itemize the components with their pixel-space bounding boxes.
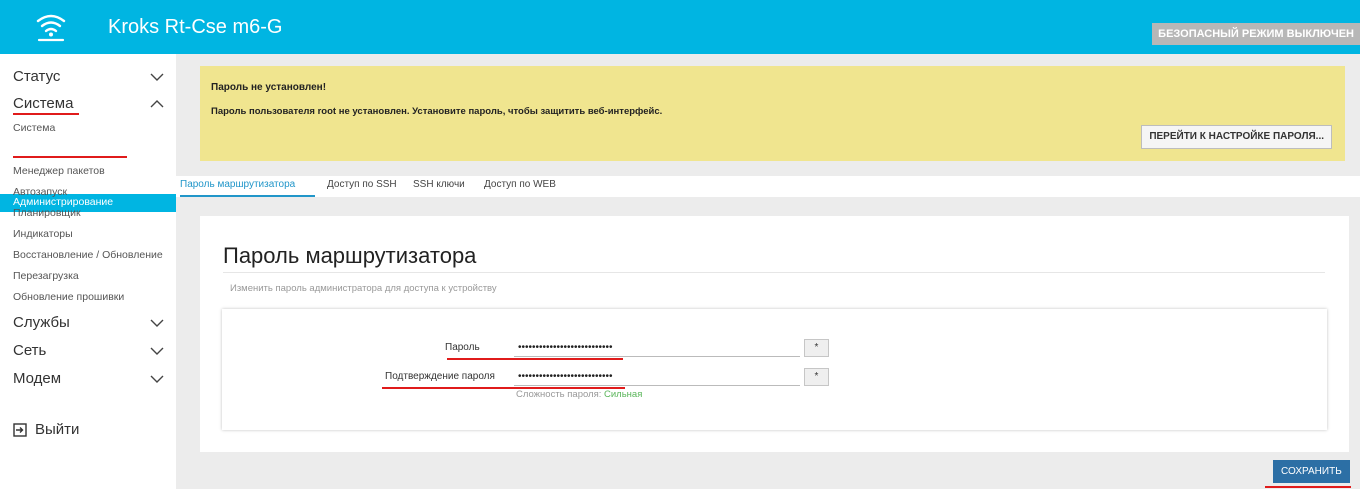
chevron-down-icon[interactable]	[150, 374, 164, 384]
title-divider	[223, 272, 1325, 273]
tab-ssh-access[interactable]: Доступ по SSH	[327, 179, 397, 190]
sidebar-sub-system[interactable]: Система	[13, 122, 55, 134]
go-to-password-button[interactable]: ПЕРЕЙТИ К НАСТРОЙКЕ ПАРОЛЯ...	[1141, 125, 1332, 149]
chevron-down-icon[interactable]	[150, 346, 164, 356]
annotation-underline-password	[447, 358, 623, 360]
tab-router-password[interactable]: Пароль маршрутизатора	[180, 179, 295, 190]
page-title: Пароль маршрутизатора	[223, 243, 477, 268]
sidebar-sub-scheduler[interactable]: Планировщик	[13, 207, 81, 219]
wifi-logo-icon	[36, 14, 66, 42]
sidebar-sub-package-manager[interactable]: Менеджер пакетов	[13, 165, 105, 177]
save-button[interactable]: СОХРАНИТЬ	[1273, 460, 1350, 483]
sidebar-item-modem[interactable]: Модем	[13, 370, 61, 387]
chevron-down-icon[interactable]	[150, 318, 164, 328]
router-password-card: Пароль маршрутизатора Изменить пароль ад…	[200, 216, 1349, 452]
top-header: Kroks Rt-Cse m6-G БЕЗОПАСНЫЙ РЕЖИМ ВЫКЛЮ…	[0, 0, 1360, 54]
password-strength: Сложность пароля: Сильная	[516, 389, 642, 400]
sidebar-sub-leds[interactable]: Индикаторы	[13, 228, 73, 240]
sidebar-item-services[interactable]: Службы	[13, 314, 70, 331]
confirm-password-label: Подтверждение пароля	[385, 371, 495, 382]
sidebar: Статус Система Система Администрирование…	[0, 54, 176, 489]
password-alert: Пароль не установлен! Пароль пользовател…	[200, 66, 1345, 161]
strength-value: Сильная	[604, 389, 643, 400]
password-label: Пароль	[445, 342, 480, 353]
reveal-password-button[interactable]: *	[804, 339, 829, 357]
card-description: Изменить пароль администратора для досту…	[230, 283, 497, 294]
tab-web-access[interactable]: Доступ по WEB	[484, 179, 556, 190]
tab-ssh-keys[interactable]: SSH ключи	[413, 179, 465, 190]
password-form: Пароль * Подтверждение пароля * Сложност…	[222, 309, 1327, 430]
password-field[interactable]	[514, 339, 800, 357]
active-tab-indicator	[180, 195, 315, 197]
strength-label: Сложность пароля:	[516, 389, 602, 400]
sidebar-item-system[interactable]: Система	[13, 95, 73, 112]
app-title[interactable]: Kroks Rt-Cse m6-G	[108, 15, 282, 39]
chevron-up-icon[interactable]	[150, 99, 164, 109]
sidebar-item-status[interactable]: Статус	[13, 68, 60, 85]
tab-bar: Пароль маршрутизатора Доступ по SSH SSH …	[176, 176, 1360, 197]
sidebar-sub-firmware[interactable]: Обновление прошивки	[13, 291, 124, 303]
alert-title: Пароль не установлен!	[211, 82, 327, 93]
reveal-confirm-button[interactable]: *	[804, 368, 829, 386]
alert-text: Пароль пользователя root не установлен. …	[211, 106, 663, 117]
sidebar-sub-reboot[interactable]: Перезагрузка	[13, 270, 79, 282]
sidebar-sub-autostart[interactable]: Автозапуск	[13, 186, 67, 198]
sidebar-sub-restore[interactable]: Восстановление / Обновление	[13, 249, 163, 261]
safe-mode-badge[interactable]: БЕЗОПАСНЫЙ РЕЖИМ ВЫКЛЮЧЕН	[1152, 23, 1360, 45]
logout-label: Выйти	[35, 421, 80, 438]
annotation-underline-admin	[13, 156, 127, 158]
annotation-underline-save	[1265, 486, 1351, 488]
sidebar-item-network[interactable]: Сеть	[13, 342, 46, 359]
confirm-password-field[interactable]	[514, 368, 800, 386]
annotation-underline-system	[13, 113, 79, 115]
main-content: Пароль не установлен! Пароль пользовател…	[176, 54, 1360, 489]
logout-icon	[13, 422, 27, 437]
logout-button[interactable]: Выйти	[13, 421, 79, 438]
chevron-down-icon[interactable]	[150, 72, 164, 82]
